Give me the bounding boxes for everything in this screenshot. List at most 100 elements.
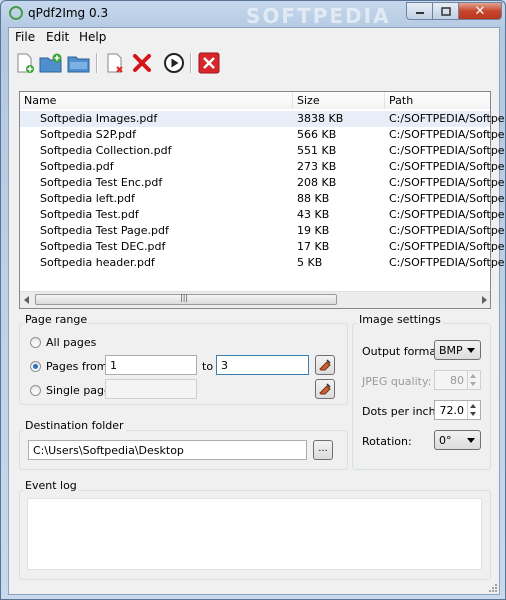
watermark: SOFTPEDIA	[246, 4, 391, 28]
client-area: File Edit Help Name Size Path Softpedia …	[8, 27, 505, 595]
menu-file[interactable]: File	[15, 30, 35, 44]
clear-single-button[interactable]	[315, 379, 335, 399]
spin-arrows-icon[interactable]	[467, 371, 480, 389]
open-folder-button[interactable]	[67, 51, 91, 75]
app-window: qPdf2Img 0.3 SOFTPEDIA ✕ File Edit Help	[0, 0, 506, 600]
pages-to-input[interactable]: 3	[216, 355, 309, 375]
file-size: 17 KB	[297, 240, 330, 253]
column-header-name[interactable]: Name	[20, 92, 293, 109]
single-page-radio[interactable]	[30, 385, 41, 396]
menu-help[interactable]: Help	[79, 30, 106, 44]
table-row[interactable]: Softpedia left.pdf 88 KB C:/SOFTPEDIA/So…	[20, 191, 505, 207]
eraser-icon	[319, 359, 331, 371]
file-name: Softpedia.pdf	[40, 160, 114, 173]
file-name: Softpedia Test DEC.pdf	[40, 240, 166, 253]
remove-file-icon	[107, 53, 123, 73]
browse-label: ...	[318, 443, 328, 454]
close-icon: ✕	[474, 3, 486, 19]
single-page-input[interactable]	[105, 379, 197, 399]
table-row[interactable]: Softpedia Test.pdf 43 KB C:/SOFTPEDIA/So…	[20, 207, 505, 223]
app-icon	[9, 6, 23, 20]
table-row[interactable]: Softpedia Test Enc.pdf 208 KB C:/SOFTPED…	[20, 175, 505, 191]
table-row[interactable]: Softpedia header.pdf 5 KB C:/SOFTPEDIA/S…	[20, 255, 505, 271]
table-row[interactable]: Softpedia.pdf 273 KB C:/SOFTPEDIA/Softpe	[20, 159, 505, 175]
dropdown-arrow-icon	[467, 348, 475, 353]
file-path: C:/SOFTPEDIA/Softpe	[389, 208, 505, 221]
all-pages-radio[interactable]	[30, 337, 41, 348]
resize-grip-icon[interactable]	[488, 583, 498, 593]
file-size: 5 KB	[297, 256, 323, 269]
pages-from-label: Pages from	[46, 360, 108, 373]
file-name: Softpedia S2P.pdf	[40, 128, 136, 141]
remove-file-button[interactable]	[103, 51, 127, 75]
maximize-icon	[440, 6, 451, 16]
destination-path-input[interactable]: C:\Users\Softpedia\Desktop	[28, 440, 307, 460]
file-size: 273 KB	[297, 160, 337, 173]
file-size: 566 KB	[297, 128, 337, 141]
file-size: 88 KB	[297, 192, 330, 205]
minimize-icon	[415, 12, 424, 14]
horizontal-scrollbar[interactable]: |||	[20, 291, 490, 308]
file-size: 208 KB	[297, 176, 337, 189]
jpeg-quality-spinbox[interactable]: 80	[434, 370, 481, 390]
table-row[interactable]: Softpedia S2P.pdf 566 KB C:/SOFTPEDIA/So…	[20, 127, 505, 143]
add-folder-button[interactable]	[39, 51, 63, 75]
file-size: 43 KB	[297, 208, 330, 221]
file-name: Softpedia Test.pdf	[40, 208, 139, 221]
event-log-title: Event log	[23, 479, 79, 492]
toolbar	[9, 48, 499, 80]
browse-button[interactable]: ...	[313, 440, 333, 460]
file-path: C:/SOFTPEDIA/Softpe	[389, 224, 505, 237]
file-path: C:/SOFTPEDIA/Softpe	[389, 112, 505, 125]
file-name: Softpedia Collection.pdf	[40, 144, 172, 157]
maximize-button[interactable]	[432, 2, 459, 20]
eraser-icon	[319, 383, 331, 395]
scroll-right-icon[interactable]	[480, 296, 488, 304]
exit-button[interactable]	[197, 51, 221, 75]
table-row[interactable]: Softpedia Images.pdf 3838 KB C:/SOFTPEDI…	[20, 111, 505, 127]
rotation-select[interactable]: 0°	[434, 430, 481, 450]
jpeg-quality-value: 80	[450, 374, 464, 387]
file-size: 19 KB	[297, 224, 330, 237]
column-header-path[interactable]: Path	[385, 92, 490, 109]
file-name: Softpedia header.pdf	[40, 256, 155, 269]
column-header-size[interactable]: Size	[293, 92, 385, 109]
add-file-button[interactable]	[13, 51, 37, 75]
window-title: qPdf2Img 0.3	[28, 6, 109, 20]
file-list[interactable]: Name Size Path Softpedia Images.pdf 3838…	[19, 91, 505, 309]
page-range-title: Page range	[23, 313, 90, 326]
dpi-spinbox[interactable]: 72.0	[434, 400, 481, 420]
table-row[interactable]: Softpedia Collection.pdf 551 KB C:/SOFTP…	[20, 143, 505, 159]
output-format-value: BMP	[439, 344, 463, 357]
file-name: Softpedia left.pdf	[40, 192, 135, 205]
single-page-label: Single page	[46, 384, 111, 397]
remove-all-icon	[133, 54, 151, 72]
add-folder-icon	[39, 53, 62, 73]
jpeg-quality-label: JPEG quality:	[362, 375, 432, 388]
output-format-select[interactable]: BMP	[434, 340, 481, 360]
exit-icon	[198, 52, 220, 74]
file-size: 3838 KB	[297, 112, 344, 125]
clear-range-button[interactable]	[315, 355, 335, 375]
minimize-button[interactable]	[406, 2, 433, 20]
scroll-thumb[interactable]: |||	[35, 293, 337, 305]
file-name: Softpedia Test Page.pdf	[40, 224, 169, 237]
file-path: C:/SOFTPEDIA/Softpe	[389, 144, 505, 157]
spin-arrows-icon[interactable]	[467, 401, 480, 419]
remove-all-button[interactable]	[130, 51, 154, 75]
pages-from-radio[interactable]	[30, 361, 41, 372]
all-pages-label: All pages	[46, 336, 97, 349]
event-log-textarea[interactable]	[27, 498, 482, 570]
menu-edit[interactable]: Edit	[46, 30, 69, 44]
file-path: C:/SOFTPEDIA/Softpe	[389, 160, 505, 173]
title-bar[interactable]: qPdf2Img 0.3 SOFTPEDIA ✕	[1, 1, 505, 28]
file-name: Softpedia Images.pdf	[40, 112, 158, 125]
pages-from-input[interactable]: 1	[105, 355, 197, 375]
convert-button[interactable]	[162, 51, 186, 75]
scroll-left-icon[interactable]	[23, 296, 31, 304]
rotation-value: 0°	[439, 434, 452, 447]
table-row[interactable]: Softpedia Test Page.pdf 19 KB C:/SOFTPED…	[20, 223, 505, 239]
close-button[interactable]: ✕	[458, 2, 502, 20]
scroll-grip: |||	[180, 293, 189, 302]
table-row[interactable]: Softpedia Test DEC.pdf 17 KB C:/SOFTPEDI…	[20, 239, 505, 255]
